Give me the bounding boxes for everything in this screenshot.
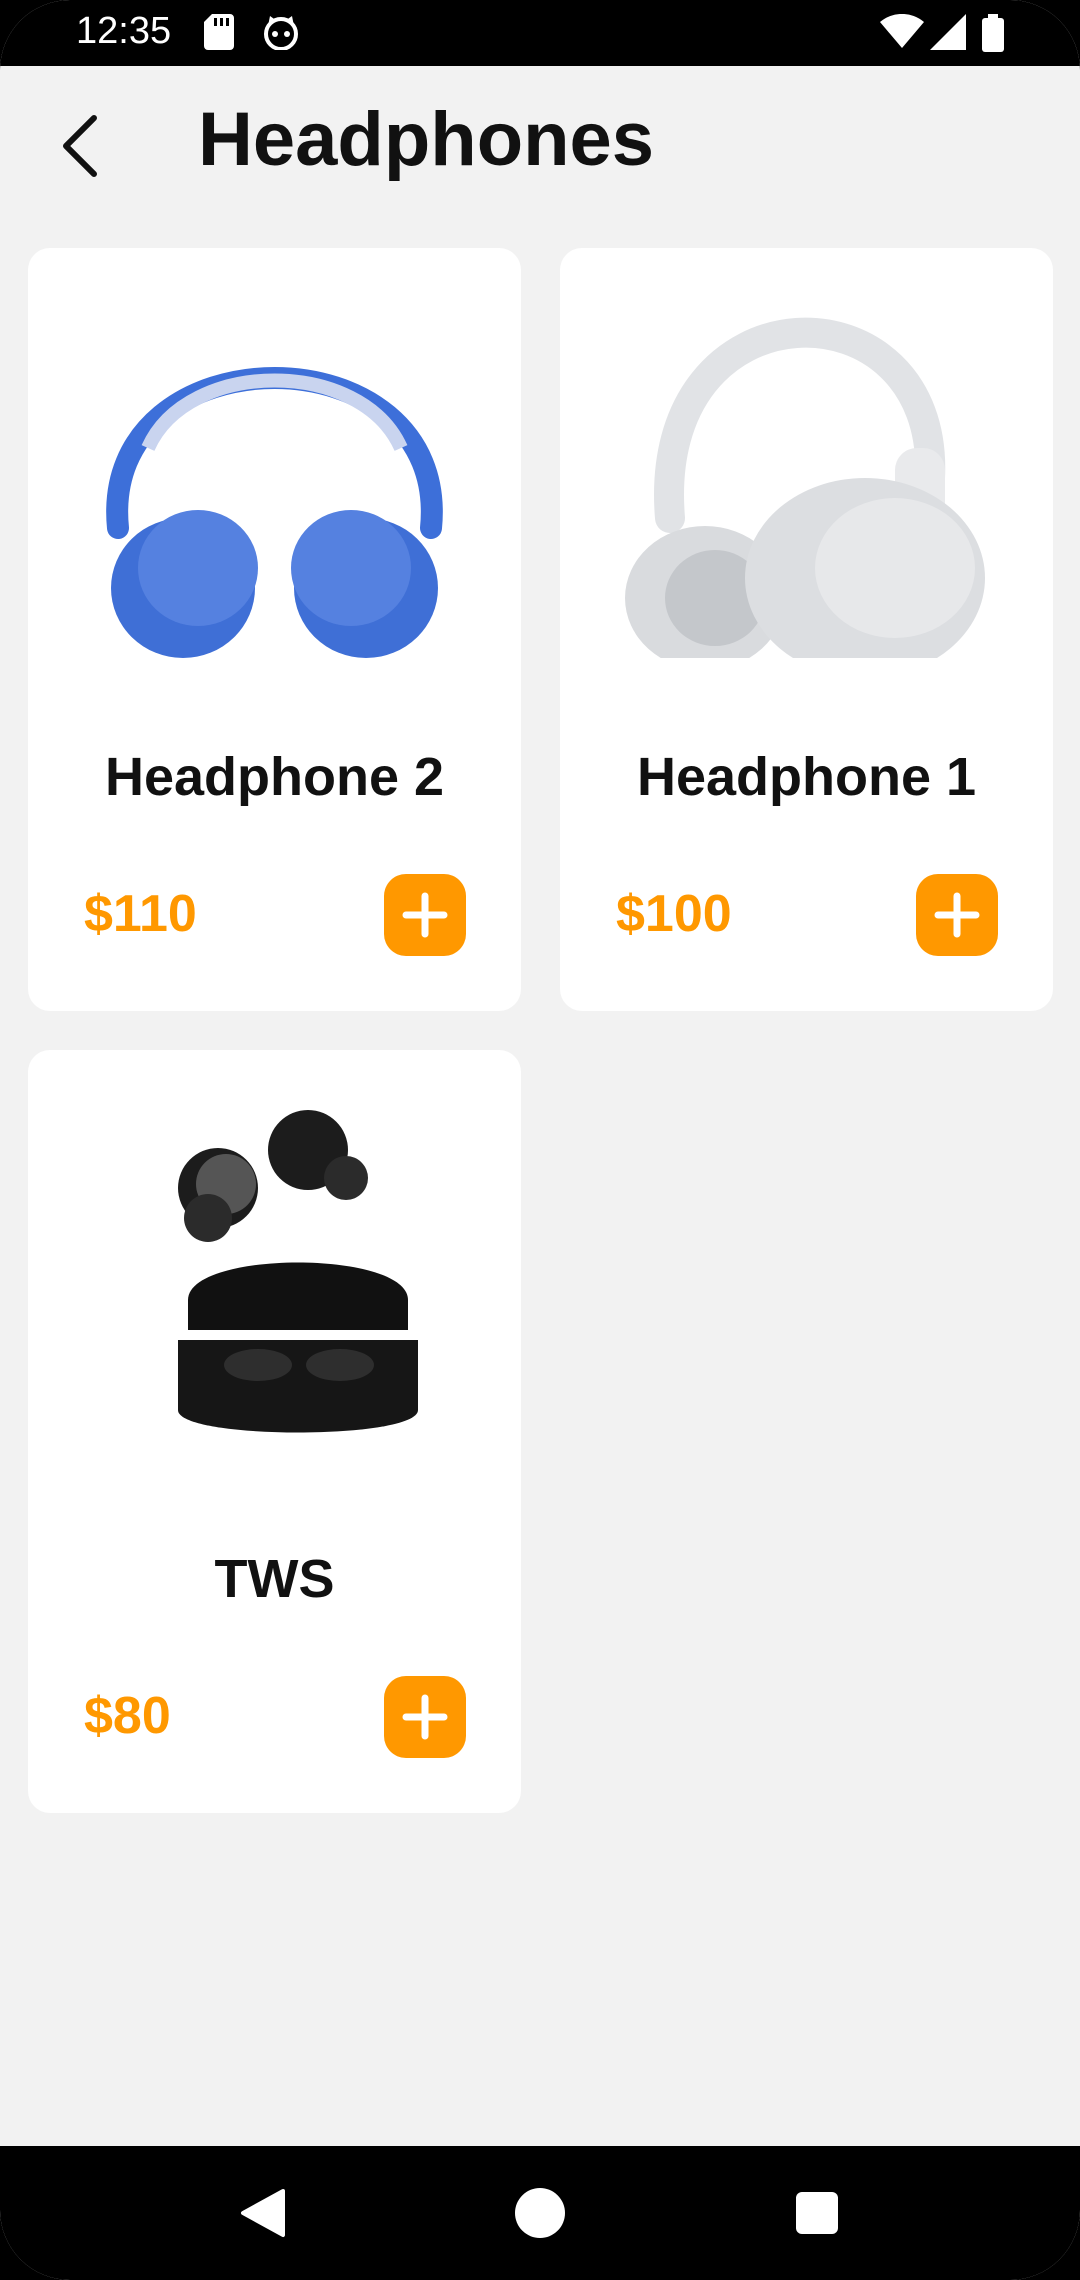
plus-icon (402, 1694, 448, 1740)
back-triangle-icon (241, 2189, 285, 2237)
navigation-bar (0, 2146, 1080, 2280)
status-bar: 12:35 (0, 0, 1080, 66)
chevron-left-icon (63, 115, 97, 177)
product-name: TWS (214, 1549, 335, 1609)
product-image-black-earbuds (78, 1100, 471, 1460)
status-time: 12:35 (76, 10, 172, 52)
app-bar: Headphones (0, 66, 1080, 226)
product-card[interactable]: Headphone 1 $100 (560, 248, 1053, 1011)
back-button[interactable] (40, 106, 120, 186)
add-to-cart-button[interactable] (916, 874, 998, 956)
page-title: Headphones (198, 97, 655, 182)
cat-face-icon (262, 14, 300, 55)
plus-icon (934, 892, 980, 938)
product-price: $80 (84, 1687, 171, 1745)
add-to-cart-button[interactable] (384, 1676, 466, 1758)
nav-back-button[interactable] (226, 2176, 300, 2250)
nav-recents-button[interactable] (780, 2176, 854, 2250)
screen: 12:35 Headphones Headphone 2 $110 Headph… (0, 0, 1080, 2280)
product-price: $100 (616, 885, 732, 943)
recents-square-icon (796, 2192, 838, 2234)
home-circle-icon (515, 2188, 565, 2238)
plus-icon (402, 892, 448, 938)
product-image-blue-headphones (78, 298, 471, 658)
product-name: Headphone 1 (636, 747, 977, 807)
product-image-white-headphones (610, 298, 1003, 658)
product-price: $110 (84, 885, 197, 943)
product-card[interactable]: TWS $80 (28, 1050, 521, 1813)
battery-icon (982, 14, 1004, 57)
add-to-cart-button[interactable] (384, 874, 466, 956)
signal-icon (930, 14, 966, 55)
wifi-icon (880, 13, 924, 55)
product-name: Headphone 2 (104, 747, 445, 807)
nav-home-button[interactable] (503, 2176, 577, 2250)
product-card[interactable]: Headphone 2 $110 (28, 248, 521, 1011)
sd-card-icon (204, 14, 234, 55)
